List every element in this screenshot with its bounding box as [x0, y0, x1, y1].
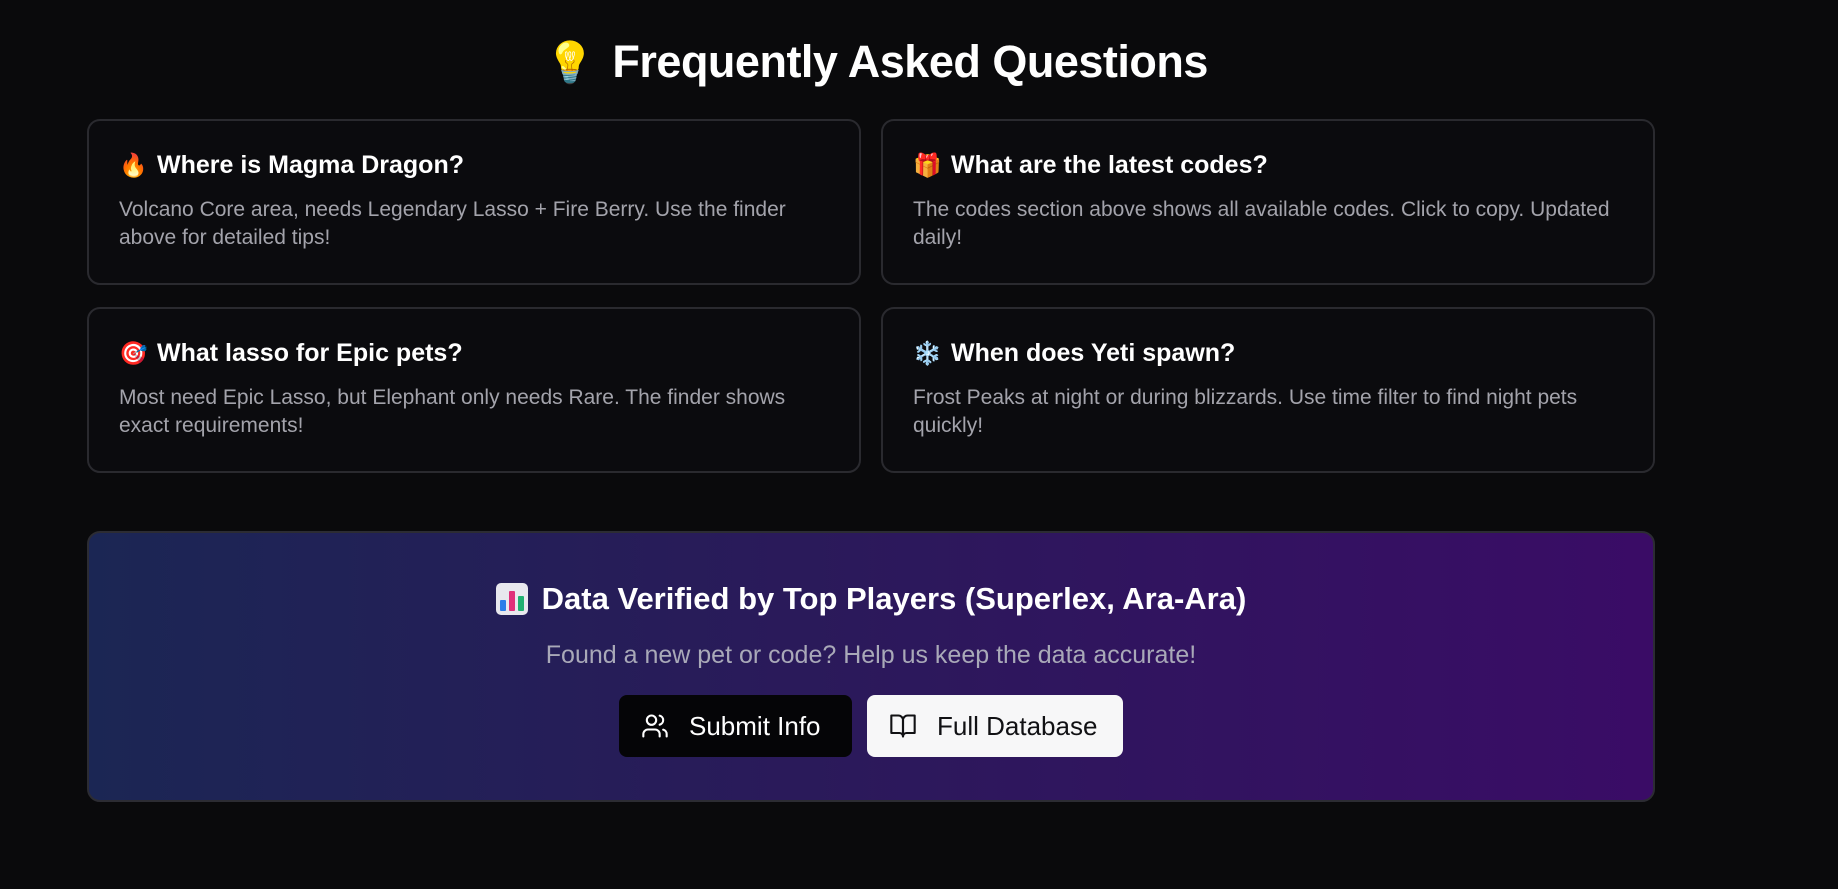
banner-actions: Submit Info Full Database: [89, 695, 1653, 757]
faq-heading: 💡 Frequently Asked Questions: [0, 36, 1753, 88]
full-database-label: Full Database: [937, 710, 1098, 741]
banner-title-text: Data Verified by Top Players (Superlex, …: [541, 581, 1247, 616]
faq-question: 🎯 What lasso for Epic pets?: [119, 339, 830, 368]
faq-answer: Most need Epic Lasso, but Elephant only …: [119, 386, 786, 437]
lightbulb-icon: 💡: [545, 40, 595, 85]
banner-subtitle: Found a new pet or code? Help us keep th…: [545, 641, 1197, 669]
faq-answer: Volcano Core area, needs Legendary Lasso…: [119, 198, 786, 249]
gift-icon: 🎁: [913, 152, 942, 178]
submit-info-button[interactable]: Submit Info: [619, 695, 852, 757]
fire-icon: 🔥: [119, 152, 148, 178]
data-verified-banner: Data Verified by Top Players (Superlex, …: [87, 531, 1655, 802]
faq-card-magma-dragon: 🔥 Where is Magma Dragon? Volcano Core ar…: [87, 119, 861, 285]
faq-card-yeti-spawn: ❄️ When does Yeti spawn? Frost Peaks at …: [881, 307, 1655, 473]
banner-title: Data Verified by Top Players (Superlex, …: [89, 581, 1653, 617]
bar-chart-icon: [495, 583, 528, 615]
faq-question: 🎁 What are the latest codes?: [913, 151, 1624, 180]
faq-question-text: What lasso for Epic pets?: [157, 339, 463, 367]
faq-answer: The codes section above shows all availa…: [913, 198, 1610, 249]
faq-question-text: When does Yeti spawn?: [951, 339, 1236, 367]
faq-question: 🔥 Where is Magma Dragon?: [119, 151, 830, 180]
faq-card-latest-codes: 🎁 What are the latest codes? The codes s…: [881, 119, 1655, 285]
full-database-button[interactable]: Full Database: [867, 695, 1123, 757]
target-icon: 🎯: [119, 340, 148, 366]
snowflake-icon: ❄️: [913, 340, 942, 366]
submit-info-label: Submit Info: [689, 710, 821, 741]
users-icon: [642, 714, 668, 738]
faq-answer: Frost Peaks at night or during blizzards…: [913, 386, 1578, 437]
faq-question: ❄️ When does Yeti spawn?: [913, 339, 1624, 368]
faq-question-text: Where is Magma Dragon?: [157, 151, 464, 179]
faq-question-text: What are the latest codes?: [951, 151, 1268, 179]
book-open-icon: [890, 714, 916, 738]
faq-card-epic-lasso: 🎯 What lasso for Epic pets? Most need Ep…: [87, 307, 861, 473]
faq-title-text: Frequently Asked Questions: [612, 36, 1208, 87]
faq-grid: 🔥 Where is Magma Dragon? Volcano Core ar…: [87, 119, 1655, 473]
